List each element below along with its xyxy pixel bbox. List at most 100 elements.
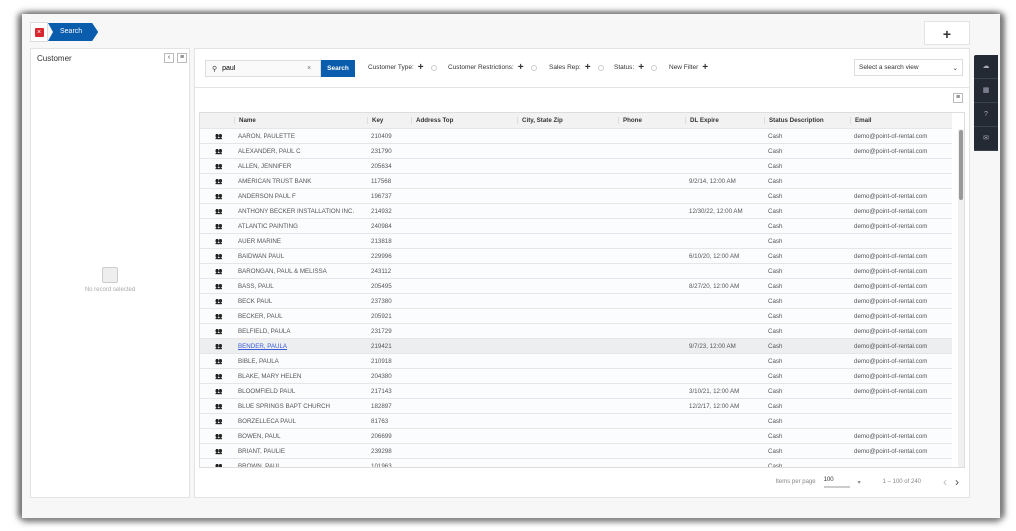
column-header[interactable]: Phone: [618, 117, 685, 124]
table-cell[interactable]: BAIDWAN PAUL: [234, 253, 367, 260]
plus-icon[interactable]: +: [638, 63, 644, 73]
filter-status[interactable]: Status: +: [614, 63, 658, 73]
column-header[interactable]: DL Expire: [685, 117, 764, 124]
scrollbar[interactable]: [958, 129, 964, 467]
table-row[interactable]: 👥 BARONGAN, PAUL & MELISSA 243112 Cash demo@…: [200, 264, 952, 279]
table-row[interactable]: 👥 BELFIELD, PAULA 231729 Cash demo@point-of-…: [200, 324, 952, 339]
new-filter[interactable]: New Filter +: [669, 63, 708, 73]
table-cell[interactable]: ATLANTIC PAINTING: [234, 223, 367, 230]
table-cell[interactable]: BELFIELD, PAULA: [234, 328, 367, 335]
table-cell[interactable]: BENDER, PAULA: [234, 343, 367, 350]
table-row[interactable]: 👥 BLAKE, MARY HELEN 204380 Cash demo@point-o…: [200, 369, 952, 384]
table-cell[interactable]: BROWN, PAUL: [234, 463, 367, 468]
table-row[interactable]: 👥 BECKER, PAUL 205921 Cash demo@point-of-ren…: [200, 309, 952, 324]
table-row[interactable]: 👥 ATLANTIC PAINTING 240984 Cash demo@point-o…: [200, 219, 952, 234]
filter-customer-type[interactable]: Customer Type: +: [368, 63, 437, 73]
plus-icon[interactable]: +: [418, 63, 424, 73]
table-cell[interactable]: BARONGAN, PAUL & MELISSA: [234, 268, 367, 275]
table-row[interactable]: 👥 BLOOMFIELD PAUL 217143 3/10/21, 12:00 AM C…: [200, 384, 952, 399]
users-icon: 👥: [215, 208, 223, 215]
column-header[interactable]: Email: [850, 117, 952, 124]
table-cell[interactable]: ALEXANDER, PAUL C: [234, 148, 367, 155]
help-icon[interactable]: ?: [974, 103, 998, 127]
close-tab-button[interactable]: ×: [30, 22, 48, 42]
table-cell[interactable]: BECKER, PAUL: [234, 313, 367, 320]
clear-filter-icon[interactable]: [597, 64, 604, 71]
search-input[interactable]: [222, 65, 303, 72]
table-row[interactable]: 👥 AMERICAN TRUST BANK 117568 9/2/14, 12:00 …: [200, 174, 952, 189]
table-cell: Cash: [768, 387, 783, 395]
table-row[interactable]: 👥 ANTHONY BECKER INSTALLATION INC. 214932 1…: [200, 204, 952, 219]
table-cell[interactable]: ALLEN, JENNIFER: [234, 163, 367, 170]
plus-icon[interactable]: +: [702, 63, 708, 73]
items-per-page-select[interactable]: 100: [823, 476, 850, 488]
table-cell[interactable]: BLUE SPRINGS BAPT CHURCH: [234, 403, 367, 410]
cloud-icon[interactable]: ☁: [974, 55, 998, 79]
table-row[interactable]: 👥 BROWN, PAUL 101963 Cash: [200, 459, 952, 468]
table-row[interactable]: 👥 BLUE SPRINGS BAPT CHURCH 182897 12/2/17, …: [200, 399, 952, 414]
table-cell[interactable]: BLOOMFIELD PAUL: [234, 388, 367, 395]
column-menu-button[interactable]: ≡: [953, 93, 963, 103]
page-range: 1 – 100 of 240: [882, 479, 921, 485]
table-cell: Cash: [768, 297, 783, 305]
table-cell: Cash: [768, 162, 783, 170]
search-view-select[interactable]: Select a search view ⌄: [854, 59, 963, 76]
table-cell[interactable]: AMERICAN TRUST BANK: [234, 178, 367, 185]
table-cell[interactable]: ANDERSON PAUL F: [234, 193, 367, 200]
table-cell: Cash: [768, 252, 783, 260]
table-row[interactable]: 👥 BIBLE, PAULA 210918 Cash demo@point-of-ren…: [200, 354, 952, 369]
clear-filter-icon[interactable]: [430, 64, 437, 71]
calendar-icon[interactable]: ▦: [974, 79, 998, 103]
filter-sales-rep[interactable]: Sales Rep: +: [549, 63, 604, 73]
table-cell: 237380: [371, 297, 392, 305]
table-row[interactable]: 👥 BENDER, PAULA 219421 9/7/23, 12:00 AM Cash…: [200, 339, 952, 354]
search-button[interactable]: Search: [321, 60, 355, 77]
column-header[interactable]: Name: [234, 117, 367, 124]
mail-icon[interactable]: ✉: [974, 127, 998, 151]
table-row[interactable]: 👥 AARON, PAULETTE 210409 Cash demo@point-of-…: [200, 129, 952, 144]
table-row[interactable]: 👥 BRIANT, PAULIE 239298 Cash demo@point-of-r…: [200, 444, 952, 459]
table-cell: Cash: [768, 132, 783, 140]
clear-filter-icon[interactable]: [651, 64, 658, 71]
table-row[interactable]: 👥 BECK PAUL 237380 Cash demo@point-of-rental…: [200, 294, 952, 309]
table-cell[interactable]: AARON, PAULETTE: [234, 133, 367, 140]
table-cell: 231729: [371, 327, 392, 335]
items-per-page-value: 100: [823, 476, 834, 483]
table-row[interactable]: 👥 BASS, PAUL 205495 8/27/20, 12:00 AM Cash de…: [200, 279, 952, 294]
table-row[interactable]: 👥 AUER MARINE 213818 Cash: [200, 234, 952, 249]
next-page-button[interactable]: ›: [955, 475, 959, 489]
table-cell[interactable]: AUER MARINE: [234, 238, 367, 245]
table-row[interactable]: 👥 ALEXANDER, PAUL C 231790 Cash demo@point-o…: [200, 144, 952, 159]
filter-customer-restrictions[interactable]: Customer Restrictions: +: [448, 63, 537, 73]
table-cell[interactable]: ANTHONY BECKER INSTALLATION INC.: [234, 208, 367, 215]
clear-filter-icon[interactable]: [530, 64, 537, 71]
table-cell[interactable]: BASS, PAUL: [234, 283, 367, 290]
column-header[interactable]: Key: [367, 117, 411, 124]
add-button[interactable]: +: [924, 21, 970, 45]
menu-button[interactable]: ≡: [177, 53, 187, 63]
table-row[interactable]: 👥 ANDERSON PAUL F 196737 Cash demo@point-of-…: [200, 189, 952, 204]
scrollbar-thumb[interactable]: [959, 130, 963, 200]
table-row[interactable]: 👥 BOWEN, PAUL 206699 Cash demo@point-of-rent…: [200, 429, 952, 444]
column-header[interactable]: Status Description: [764, 117, 850, 124]
collapse-button[interactable]: ‹: [164, 53, 174, 63]
column-header[interactable]: Address Top: [411, 117, 517, 124]
table-row[interactable]: 👥 BAIDWAN PAUL 229996 6/10/20, 12:00 AM Cash…: [200, 249, 952, 264]
plus-icon[interactable]: +: [518, 63, 524, 73]
tab-bar: × Search: [30, 22, 99, 42]
table-cell[interactable]: BOWEN, PAUL: [234, 433, 367, 440]
clear-icon[interactable]: ×: [307, 65, 311, 72]
table-cell[interactable]: BECK PAUL: [234, 298, 367, 305]
table-cell[interactable]: BLAKE, MARY HELEN: [234, 373, 367, 380]
tab-search[interactable]: Search: [48, 23, 99, 41]
table-cell[interactable]: BRIANT, PAULIE: [234, 448, 367, 455]
table-cell[interactable]: BORZELLECA PAUL: [234, 418, 367, 425]
table-cell[interactable]: BIBLE, PAULA: [234, 358, 367, 365]
users-icon: 👥: [215, 373, 223, 380]
table-cell: 229996: [371, 252, 392, 260]
table-row[interactable]: 👥 ALLEN, JENNIFER 205634 Cash: [200, 159, 952, 174]
plus-icon[interactable]: +: [585, 63, 591, 73]
table-row[interactable]: 👥 BORZELLECA PAUL 81763 Cash: [200, 414, 952, 429]
column-header[interactable]: City, State Zip: [517, 117, 618, 124]
prev-page-button[interactable]: ‹: [943, 475, 947, 489]
